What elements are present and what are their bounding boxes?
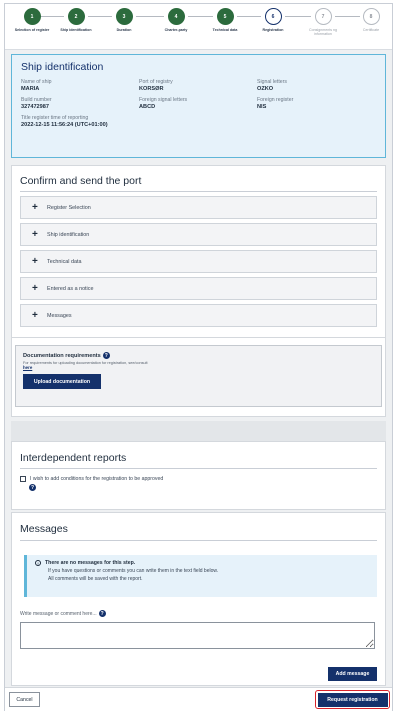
accordion-label: Entered as a notice xyxy=(47,285,94,292)
accordion-label: Technical data xyxy=(47,258,82,265)
step-label: Ship identification xyxy=(60,28,92,32)
info-alert: ! There are no messages for this step. I… xyxy=(24,555,377,597)
step-6[interactable]: 6 Registration xyxy=(250,8,296,32)
step-label: Registration xyxy=(262,28,284,32)
request-registration-button[interactable]: Request registration xyxy=(317,692,388,707)
step-number: 7 xyxy=(314,8,332,25)
plus-icon: + xyxy=(32,282,38,294)
accordion-ship-identification[interactable]: + Ship identification xyxy=(20,223,377,246)
accordion-label: Messages xyxy=(47,312,72,319)
documentation-title: Documentation requirements xyxy=(23,352,101,359)
accordion-register-selection[interactable]: + Register Selection xyxy=(20,196,377,219)
signal-letters: Signal letters OZKO xyxy=(257,79,375,92)
step-label: Selection of register xyxy=(14,28,50,32)
plus-icon: + xyxy=(32,201,38,213)
step-number: 3 xyxy=(115,8,133,25)
step-2[interactable]: 2 Ship identification xyxy=(53,8,99,32)
conditions-checkbox[interactable] xyxy=(20,476,26,482)
step-8[interactable]: 8 Certificate xyxy=(348,8,394,32)
step-number: 8 xyxy=(362,8,380,25)
plus-icon: + xyxy=(32,228,38,240)
plus-icon: + xyxy=(32,309,38,321)
add-message-button[interactable]: Add message xyxy=(328,667,377,681)
checkbox-label: I wish to add conditions for the registr… xyxy=(30,476,164,482)
step-4[interactable]: 4 Charter-party xyxy=(153,8,199,32)
port-of-registry: Port of registry KORSØR xyxy=(139,79,257,92)
documentation-link[interactable]: here xyxy=(23,365,374,370)
message-input-label: Write message or comment here... xyxy=(20,610,97,617)
step-label: Charter-party xyxy=(164,28,188,32)
step-1[interactable]: 1 Selection of register xyxy=(9,8,55,32)
info-text: All comments will be saved with the repo… xyxy=(48,576,143,582)
step-number: 4 xyxy=(167,8,185,25)
footer-bar: Cancel Request registration xyxy=(5,687,392,711)
documentation-box: Documentation requirements ? For require… xyxy=(15,345,382,407)
page-frame: 1 Selection of register 2 Ship identific… xyxy=(4,3,393,711)
field-value: NIS xyxy=(257,104,267,110)
help-icon[interactable]: ? xyxy=(29,484,36,491)
plus-icon: + xyxy=(32,255,38,267)
section-title: Messages xyxy=(20,523,377,541)
name-of-ship: Name of ship MARIA xyxy=(21,79,139,92)
step-7[interactable]: 7 Consignments ng information xyxy=(300,8,346,36)
section-title: Interdependent reports xyxy=(20,452,377,469)
section-title: Ship identification xyxy=(21,61,104,73)
field-label: Port of registry xyxy=(139,79,173,85)
accordion-messages[interactable]: + Messages xyxy=(20,304,377,327)
field-label: Build number xyxy=(21,97,52,103)
step-number: 6 xyxy=(264,8,282,25)
info-title: There are no messages for this step. xyxy=(45,560,136,566)
message-input[interactable] xyxy=(20,622,375,649)
field-label: Foreign register xyxy=(257,97,294,103)
section-title: Confirm and send the port xyxy=(20,175,377,192)
confirm-section: Confirm and send the port + Register Sel… xyxy=(11,165,386,356)
ship-identification-card: Ship identification Name of ship MARIA P… xyxy=(11,54,386,158)
cancel-button[interactable]: Cancel xyxy=(9,692,40,707)
help-icon[interactable]: ? xyxy=(98,610,106,617)
field-value: 327472987 xyxy=(21,104,49,110)
step-label: Duration xyxy=(116,28,132,32)
step-label: Certificate xyxy=(362,28,380,32)
messages-section: Messages ! There are no messages for thi… xyxy=(11,512,386,686)
step-number: 1 xyxy=(23,8,41,25)
request-registration-highlight: Request registration xyxy=(315,690,390,709)
accordion-entered-as-notice[interactable]: + Entered as a notice xyxy=(20,277,377,300)
foreign-signal-letters: Foreign signal letters ABCD xyxy=(139,97,257,110)
accordion-label: Ship identification xyxy=(47,231,90,238)
step-number: 5 xyxy=(216,8,234,25)
field-label: Title register time of reporting xyxy=(21,115,89,121)
foreign-register: Foreign register NIS xyxy=(257,97,375,110)
step-5[interactable]: 5 Technical data xyxy=(202,8,248,32)
field-label: Foreign signal letters xyxy=(139,97,188,103)
interdependent-section: Interdependent reports I wish to add con… xyxy=(11,441,386,510)
info-text: If you have questions or comments you ca… xyxy=(48,568,219,574)
field-value: KORSØR xyxy=(139,86,164,92)
build-number: Build number 327472987 xyxy=(21,97,139,110)
upload-documentation-button[interactable]: Upload documentation xyxy=(23,374,101,389)
field-label: Name of ship xyxy=(21,79,52,85)
field-value: OZKO xyxy=(257,86,274,92)
field-value: 2022-12-15 11:56:24 (UTC+01:00) xyxy=(21,122,108,128)
accordion-technical-data[interactable]: + Technical data xyxy=(20,250,377,273)
info-icon: ! xyxy=(35,560,41,566)
step-label: Technical data xyxy=(212,28,238,32)
step-label: Consignments ng information xyxy=(309,28,337,36)
step-3[interactable]: 3 Duration xyxy=(101,8,147,32)
progress-stepper: 1 Selection of register 2 Ship identific… xyxy=(5,4,392,50)
field-value: MARIA xyxy=(21,86,40,92)
title-register-time: Title register time of reporting 2022-12… xyxy=(21,115,257,128)
field-value: ABCD xyxy=(139,104,156,110)
field-label: Signal letters xyxy=(257,79,287,85)
step-number: 2 xyxy=(67,8,85,25)
accordion-label: Register Selection xyxy=(47,204,91,211)
help-icon[interactable]: ? xyxy=(102,352,110,359)
section-spacer xyxy=(11,421,386,441)
